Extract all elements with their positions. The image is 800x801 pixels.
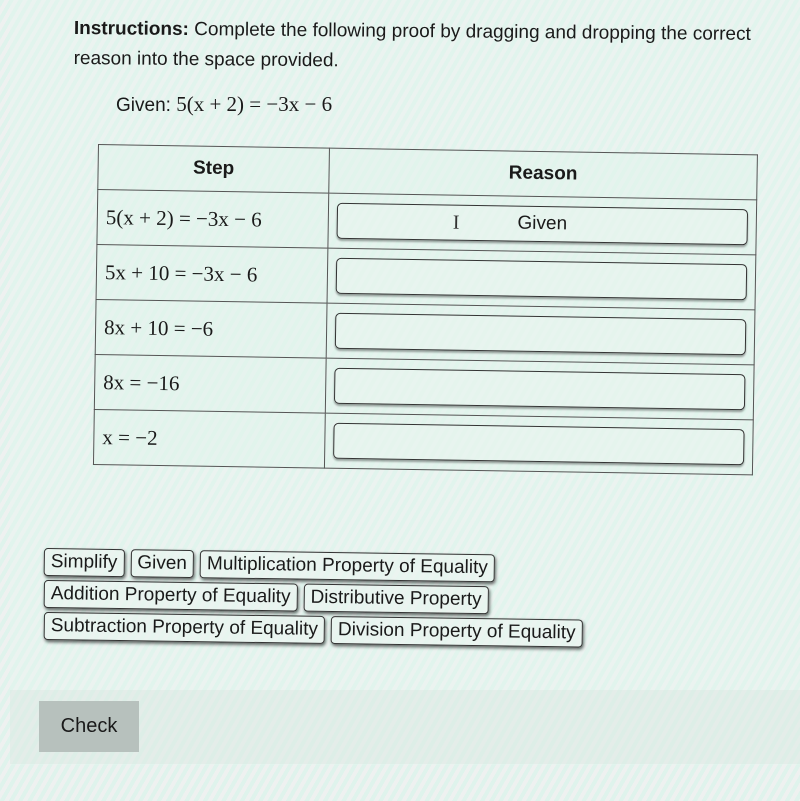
reason-drop-zone[interactable]: Given I	[336, 202, 749, 246]
step-cell: 5x + 10 = −3x − 6	[96, 244, 328, 304]
reason-header: Reason	[328, 148, 758, 200]
proof-row: 8x + 10 = −6	[95, 299, 755, 365]
proof-row: x = −2	[93, 409, 754, 475]
reason-chip-given[interactable]: Given	[130, 549, 195, 579]
step-cell: 8x + 10 = −6	[95, 299, 328, 359]
instructions: Instructions: Complete the following pro…	[73, 14, 793, 80]
proof-row: 8x = −16	[94, 354, 755, 420]
step-header: Step	[97, 144, 330, 194]
reason-drop-zone[interactable]	[333, 367, 746, 411]
reason-chip-distributive-property[interactable]: Distributive Property	[303, 583, 489, 615]
reason-bank: Simplify Given Multiplication Property o…	[43, 548, 684, 648]
reason-bank-row: Simplify Given Multiplication Property o…	[43, 548, 684, 585]
text-cursor-icon: I	[452, 211, 460, 234]
reason-value[interactable]: Given	[517, 213, 567, 236]
proof-table: Step Reason 5(x + 2) = −3x − 6 Given I 5x…	[92, 144, 758, 476]
reason-drop-zone[interactable]	[335, 257, 748, 301]
check-button[interactable]: Check	[39, 701, 139, 752]
reason-chip-subtraction-property[interactable]: Subtraction Property of Equality	[43, 612, 326, 644]
given-statement: Given: 5(x + 2) = −3x − 6	[116, 92, 332, 117]
reason-chip-simplify[interactable]: Simplify	[43, 548, 125, 578]
given-label: Given:	[116, 95, 177, 116]
step-cell: 5(x + 2) = −3x − 6	[96, 189, 329, 249]
instructions-label: Instructions:	[73, 17, 190, 41]
reason-chip-division-property[interactable]: Division Property of Equality	[330, 616, 583, 648]
reason-bank-row: Subtraction Property of Equality Divisio…	[43, 612, 684, 649]
reason-chip-addition-property[interactable]: Addition Property of Equality	[43, 580, 298, 612]
proof-row: 5(x + 2) = −3x − 6 Given I	[96, 189, 757, 255]
reason-drop-zone[interactable]	[333, 422, 745, 466]
reason-drop-zone[interactable]	[334, 312, 747, 356]
reason-bank-row: Addition Property of Equality Distributi…	[43, 580, 684, 617]
reason-chip-multiplication-property[interactable]: Multiplication Property of Equality	[199, 550, 496, 583]
proof-row: 5x + 10 = −3x − 6	[96, 244, 756, 310]
step-cell: x = −2	[93, 409, 326, 469]
given-equation: 5(x + 2) = −3x − 6	[176, 92, 333, 116]
step-cell: 8x = −16	[94, 354, 327, 414]
